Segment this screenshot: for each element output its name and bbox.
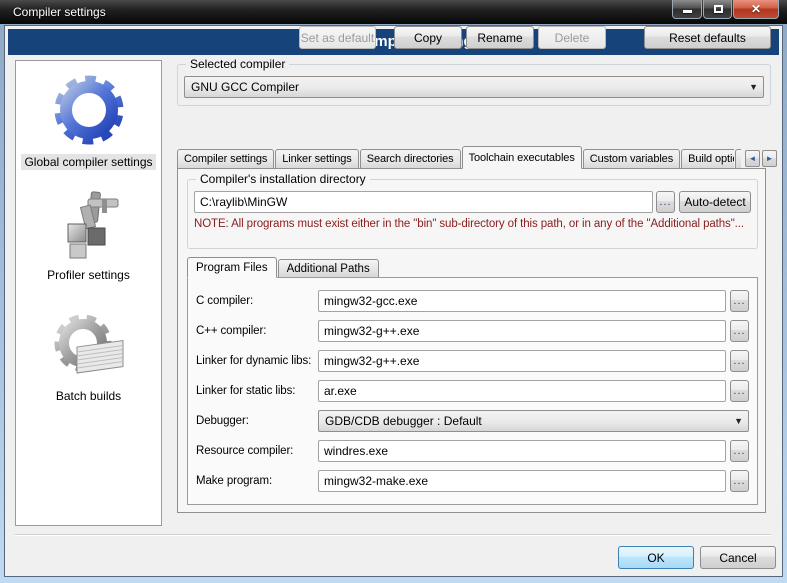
browse-cpp-compiler-button[interactable]: ... [730,320,749,342]
maximize-button[interactable] [703,0,732,19]
maximize-icon [714,5,723,13]
tab-scroll-left-icon[interactable]: ◄ [745,150,760,167]
tab-search-directories[interactable]: Search directories [360,149,461,169]
program-files-panel: C compiler: ... C++ compiler: ... Linker… [187,277,758,505]
subtab-additional-paths[interactable]: Additional Paths [278,259,379,278]
program-subtab-strip: Program Files Additional Paths [187,257,380,278]
field-label: Make program: [196,475,318,487]
make-program-input[interactable] [318,470,726,492]
close-button[interactable]: ✕ [733,0,779,19]
field-label: C++ compiler: [196,325,318,337]
delete-button[interactable]: Delete [538,26,606,49]
c-compiler-input[interactable] [318,290,726,312]
browse-directory-button[interactable]: ... [656,191,675,213]
subtab-program-files[interactable]: Program Files [187,257,277,278]
copy-button[interactable]: Copy [394,26,462,49]
browse-c-compiler-button[interactable]: ... [730,290,749,312]
minimize-icon [683,10,692,13]
field-row-debugger: Debugger: GDB/CDB debugger : Default ▼ [196,410,749,432]
installation-note: NOTE: All programs must exist either in … [194,218,753,230]
field-label: Debugger: [196,415,318,427]
reset-defaults-button[interactable]: Reset defaults [644,26,771,49]
set-as-default-button[interactable]: Set as default [299,26,376,49]
settings-category-sidebar: Global compiler settings [15,60,162,526]
selected-compiler-value: GNU GCC Compiler [191,80,299,94]
field-row-static-linker: Linker for static libs: ... [196,380,749,402]
sidebar-item-label: Profiler settings [44,267,133,283]
browse-resource-compiler-button[interactable]: ... [730,440,749,462]
field-row-resource-compiler: Resource compiler: ... [196,440,749,462]
minimize-button[interactable] [672,0,702,19]
dynamic-linker-input[interactable] [318,350,726,372]
field-row-make-program: Make program: ... [196,470,749,492]
selected-compiler-group: Selected compiler GNU GCC Compiler ▼ [177,64,771,106]
sidebar-item-label: Batch builds [53,388,124,404]
tab-scroll-controls: ◄ ► [743,150,777,167]
window-title: Compiler settings [13,5,106,19]
clipped-tab [735,149,741,169]
chevron-down-icon: ▼ [734,411,743,431]
field-label: Resource compiler: [196,445,318,457]
gray-gear-stack-icon [49,309,129,385]
sidebar-item-global-compiler-settings[interactable]: Global compiler settings [21,69,155,170]
field-row-dynamic-linker: Linker for dynamic libs: ... [196,350,749,372]
window-controls: ✕ [671,0,779,19]
cancel-button[interactable]: Cancel [700,546,776,569]
field-label: C compiler: [196,295,318,307]
debugger-dropdown[interactable]: GDB/CDB debugger : Default ▼ [318,410,749,432]
browse-dynamic-linker-button[interactable]: ... [730,350,749,372]
tab-compiler-settings[interactable]: Compiler settings [177,149,274,169]
resource-compiler-input[interactable] [318,440,726,462]
browse-static-linker-button[interactable]: ... [730,380,749,402]
field-label: Linker for static libs: [196,385,318,397]
installation-directory-input[interactable] [194,191,653,213]
tab-linker-settings[interactable]: Linker settings [275,149,358,169]
title-bar[interactable]: Compiler settings ✕ [0,0,787,24]
blue-gear-icon [49,69,129,151]
sidebar-item-profiler-settings[interactable]: Profiler settings [44,190,133,283]
close-icon: ✕ [734,2,778,16]
static-linker-input[interactable] [318,380,726,402]
tab-toolchain-executables[interactable]: Toolchain executables [462,146,582,169]
auto-detect-button[interactable]: Auto-detect [679,191,751,213]
ok-button[interactable]: OK [618,546,694,569]
tab-scroll-right-icon[interactable]: ► [762,150,777,167]
dialog-client-area: Global compiler settings Global compiler… [4,25,783,577]
installation-directory-row: ... Auto-detect [194,191,751,213]
debugger-value: GDB/CDB debugger : Default [325,414,482,428]
browse-make-program-button[interactable]: ... [730,470,749,492]
tab-build-options[interactable]: Build options [681,149,734,169]
installation-directory-group-label: Compiler's installation directory [196,172,370,186]
tab-custom-variables[interactable]: Custom variables [583,149,680,169]
toolchain-executables-panel: Compiler's installation directory ... Au… [177,168,766,513]
selected-compiler-group-label: Selected compiler [186,57,289,71]
cpp-compiler-input[interactable] [318,320,726,342]
chevron-down-icon: ▼ [749,77,758,97]
settings-tab-strip: Compiler settings Linker settings Search… [177,146,734,169]
caliper-icon [50,190,126,264]
window-frame: Global compiler settings Global compiler… [0,24,787,583]
sidebar-item-batch-builds[interactable]: Batch builds [49,309,129,404]
field-label: Linker for dynamic libs: [196,355,318,367]
field-row-c-compiler: C compiler: ... [196,290,749,312]
field-row-cpp-compiler: C++ compiler: ... [196,320,749,342]
rename-button[interactable]: Rename [466,26,534,49]
footer-divider [15,534,771,536]
installation-directory-group: Compiler's installation directory ... Au… [187,179,758,249]
sidebar-item-label: Global compiler settings [21,154,155,170]
compiler-settings-dialog: Compiler settings ✕ Global compiler sett… [0,0,787,583]
selected-compiler-dropdown[interactable]: GNU GCC Compiler ▼ [184,76,764,98]
